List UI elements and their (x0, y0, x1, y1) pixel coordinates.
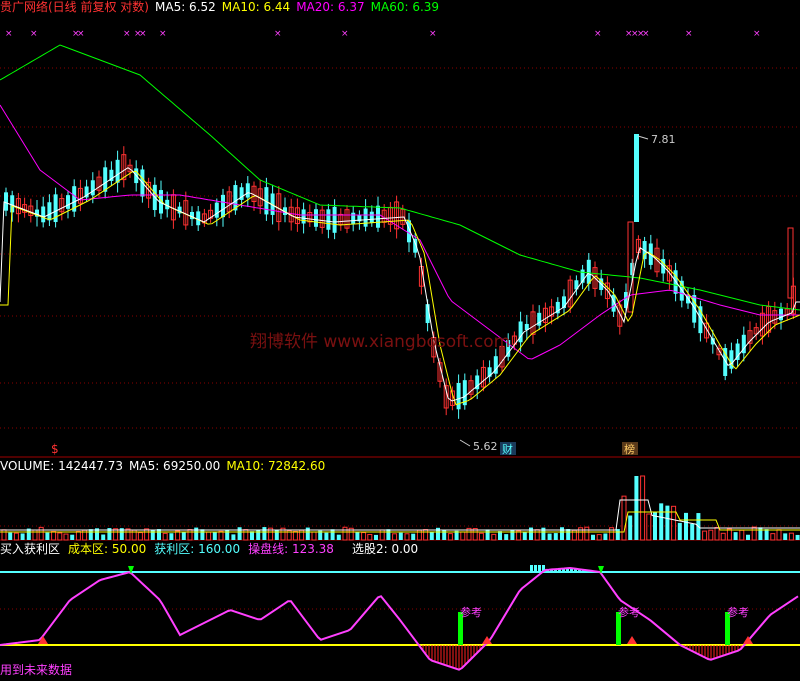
cost-value: 成本区: 50.00 (68, 542, 147, 556)
svg-text:×: × (274, 29, 282, 39)
svg-text:×: × (77, 29, 85, 39)
ma20-value: MA20: 6.37 (296, 0, 365, 14)
svg-text:×: × (753, 29, 761, 39)
volume-header: VOLUME: 142447.73 MA5: 69250.00 MA10: 72… (0, 459, 325, 473)
high-label: 7.81 (651, 133, 676, 146)
indicator-header: 买入获利区 成本区: 50.00 获利区: 160.00 操盘线: 123.38… (0, 542, 418, 556)
svg-text:×: × (685, 29, 693, 39)
svg-text:×: × (159, 29, 167, 39)
low-label: 5.62 (473, 440, 498, 453)
cai-marker[interactable]: 财 (502, 442, 513, 456)
ref-label-3: 参考 (727, 605, 749, 619)
watermark: 翔博软件 www.xiangbosoft.com (250, 332, 510, 352)
dollar-marker[interactable]: $ (51, 442, 59, 456)
indicator-name: 买入获利区 (0, 542, 61, 556)
footer-warning: 用到未来数据 (0, 662, 72, 677)
svg-text:×: × (594, 29, 602, 39)
bang-marker[interactable]: 榜 (624, 442, 635, 456)
ma5-value: MA5: 6.52 (155, 0, 216, 14)
svg-text:×: × (341, 29, 349, 39)
profit-value: 获利区: 160.00 (154, 542, 241, 556)
svg-text:×: × (123, 29, 131, 39)
stock-title: 贵广网络(日线 前复权 对数) (0, 0, 149, 14)
ma60-value: MA60: 6.39 (370, 0, 440, 14)
pick-value: 选股2: 0.00 (351, 542, 419, 556)
volume-ma5: MA5: 69250.00 (129, 459, 221, 473)
svg-text:×: × (139, 29, 147, 39)
price-header: 贵广网络(日线 前复权 对数) MA5: 6.52 MA10: 6.44 MA2… (0, 0, 439, 14)
volume-value: VOLUME: 142447.73 (0, 459, 123, 473)
svg-text:×: × (429, 29, 437, 39)
chart-canvas[interactable]: × × ×× × ×× × × × × × ×××× × × 翔博软件 www.xiangbosoft.… (0, 0, 800, 681)
trade-line-value: 操盘线: 123.38 (248, 542, 334, 556)
ref-label-2: 参考 (618, 605, 640, 619)
svg-text:×: × (642, 29, 650, 39)
volume-ma10: MA10: 72842.60 (226, 459, 326, 473)
svg-text:×: × (30, 29, 38, 39)
ref-label-1: 参考 (460, 605, 482, 619)
ma10-value: MA10: 6.44 (221, 0, 291, 14)
svg-text:×: × (5, 29, 13, 39)
